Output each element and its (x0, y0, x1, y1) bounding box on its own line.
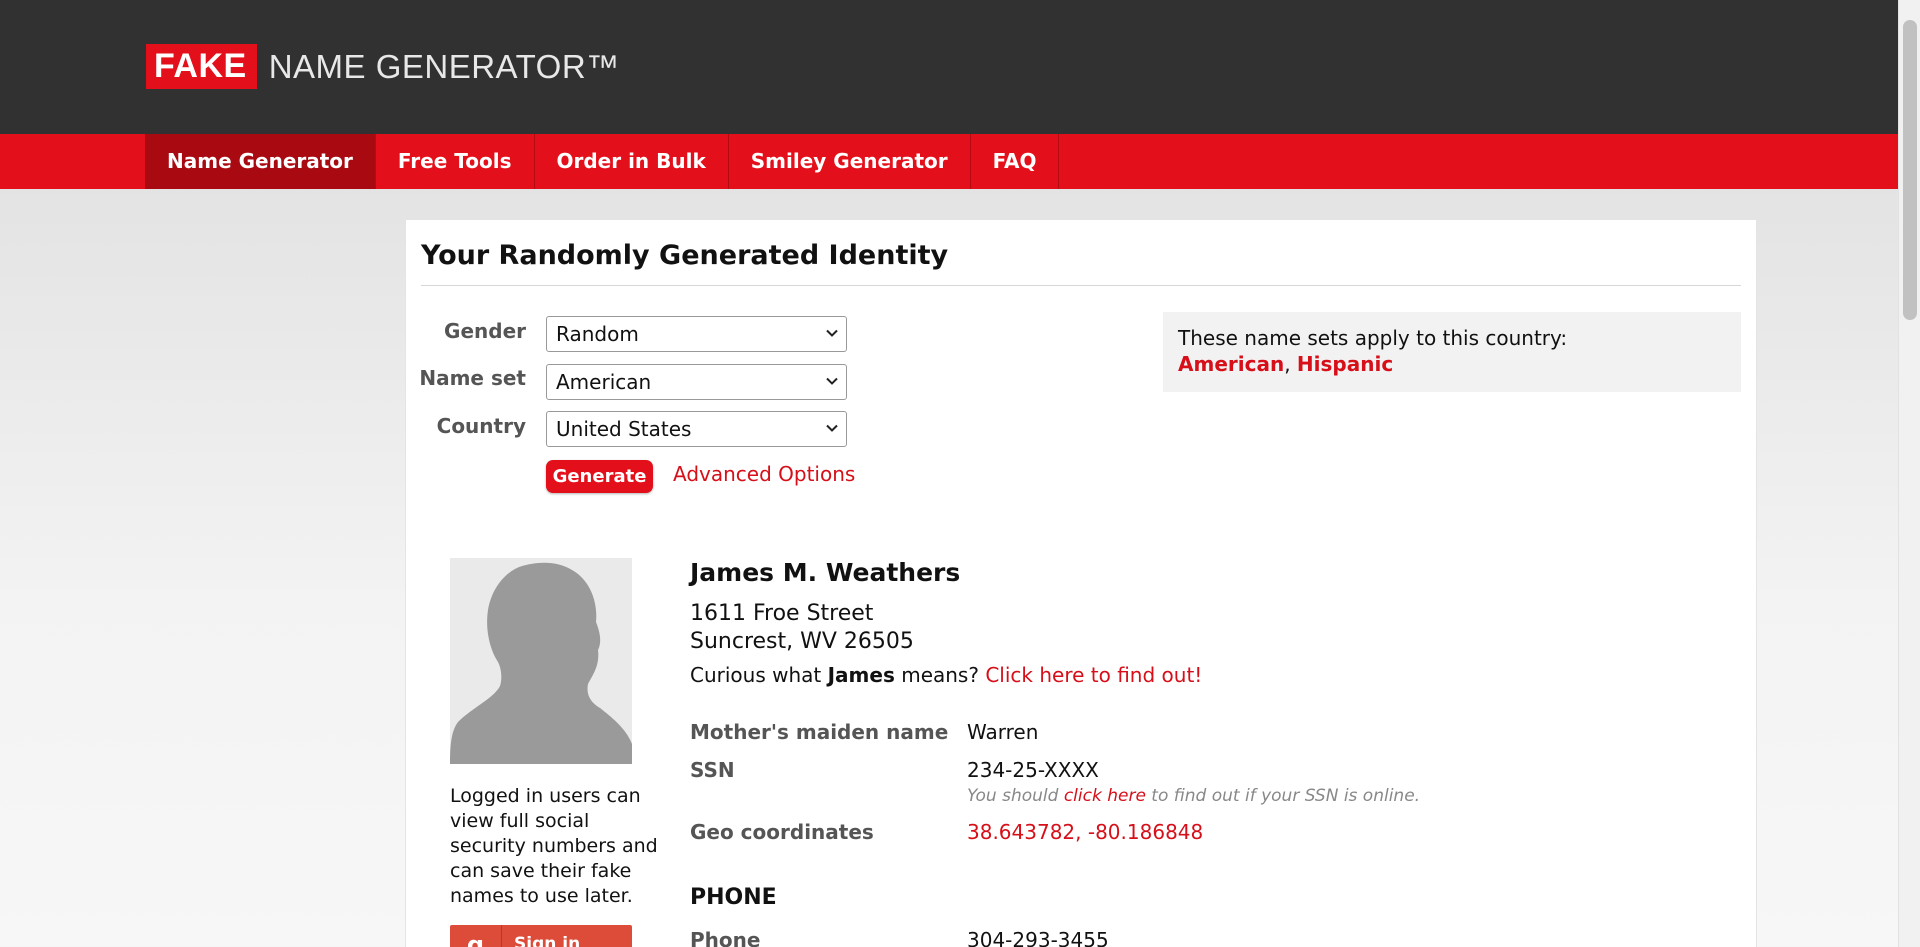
ssn-label: SSN (690, 758, 735, 782)
person-name: James M. Weathers (690, 558, 961, 587)
maiden-name-value: Warren (967, 720, 1039, 744)
ssn-note: You should click here to find out if you… (967, 786, 1420, 806)
curious-suffix: means? (894, 663, 986, 687)
title-divider (421, 285, 1741, 286)
nav-smiley-generator[interactable]: Smiley Generator (729, 134, 971, 189)
nameset-row: Name set (406, 364, 526, 400)
nameset-separator: , (1284, 352, 1297, 376)
advanced-options-link[interactable]: Advanced Options (673, 462, 855, 486)
nameset-label: Name set (419, 366, 526, 390)
country-select-value: United States (556, 417, 692, 441)
nav-order-in-bulk[interactable]: Order in Bulk (535, 134, 729, 189)
phone-section-heading: PHONE (690, 885, 777, 910)
ssn-value: 234-25-XXXX (967, 758, 1099, 782)
site-logo[interactable]: FAKE NAME GENERATOR™ (146, 44, 620, 89)
chevron-down-icon (826, 329, 838, 337)
country-row: Country (406, 412, 526, 448)
name-meaning-line: Curious what James means? Click here to … (690, 663, 1202, 687)
gender-label: Gender (444, 319, 526, 343)
chevron-down-icon (826, 424, 838, 432)
person-silhouette-icon (450, 562, 632, 764)
page-title: Your Randomly Generated Identity (421, 240, 949, 271)
google-plus-icon: g (450, 925, 502, 947)
ssn-check-link[interactable]: click here (1064, 786, 1146, 806)
logo-fake-box: FAKE (146, 44, 257, 89)
avatar-silhouette (450, 558, 632, 764)
generate-button[interactable]: Generate (546, 460, 653, 493)
curious-first-name: James (827, 663, 895, 687)
scrollbar-thumb[interactable] (1903, 20, 1917, 320)
ssn-note-prefix: You should (967, 786, 1064, 806)
nav-free-tools[interactable]: Free Tools (376, 134, 535, 189)
google-signin-label: Sign in (514, 934, 581, 947)
gender-select-value: Random (556, 322, 639, 346)
country-label: Country (436, 414, 526, 438)
identity-panel: Your Randomly Generated Identity Gender … (405, 219, 1757, 947)
address-line2: Suncrest, WV 26505 (690, 629, 914, 654)
phone-value: 304-293-3455 (967, 928, 1109, 947)
nameset-select-value: American (556, 370, 652, 394)
nameset-link-hispanic[interactable]: Hispanic (1297, 352, 1393, 376)
address-line1: 1611 Froe Street (690, 601, 874, 626)
ssn-note-suffix: to find out if your SSN is online. (1145, 786, 1421, 806)
login-note: Logged in users can view full social sec… (450, 785, 658, 907)
geo-label: Geo coordinates (690, 820, 874, 844)
nameset-select[interactable]: American (546, 364, 847, 400)
nav-name-generator[interactable]: Name Generator (145, 134, 376, 189)
nameset-info-box: These name sets apply to this country: A… (1163, 312, 1741, 392)
google-signin-button[interactable]: g Sign in (450, 925, 632, 947)
phone-label: Phone (690, 928, 761, 947)
logo-text: NAME GENERATOR™ (268, 47, 620, 85)
maiden-name-label: Mother's maiden name (690, 720, 949, 744)
curious-prefix: Curious what (690, 663, 828, 687)
name-meaning-link[interactable]: Click here to find out! (985, 663, 1202, 687)
gender-row: Gender (406, 317, 526, 353)
gender-select[interactable]: Random (546, 316, 847, 352)
chevron-down-icon (826, 377, 838, 385)
site-header: FAKE NAME GENERATOR™ (0, 0, 1898, 134)
nav-faq[interactable]: FAQ (971, 134, 1060, 189)
main-nav: Name Generator Free Tools Order in Bulk … (0, 134, 1898, 189)
nameset-link-american[interactable]: American (1178, 352, 1284, 376)
country-select[interactable]: United States (546, 411, 847, 447)
nameset-info-text: These name sets apply to this country: (1178, 326, 1568, 350)
geo-coordinates-link[interactable]: 38.643782, -80.186848 (967, 820, 1203, 844)
page-scrollbar[interactable] (1898, 0, 1920, 947)
